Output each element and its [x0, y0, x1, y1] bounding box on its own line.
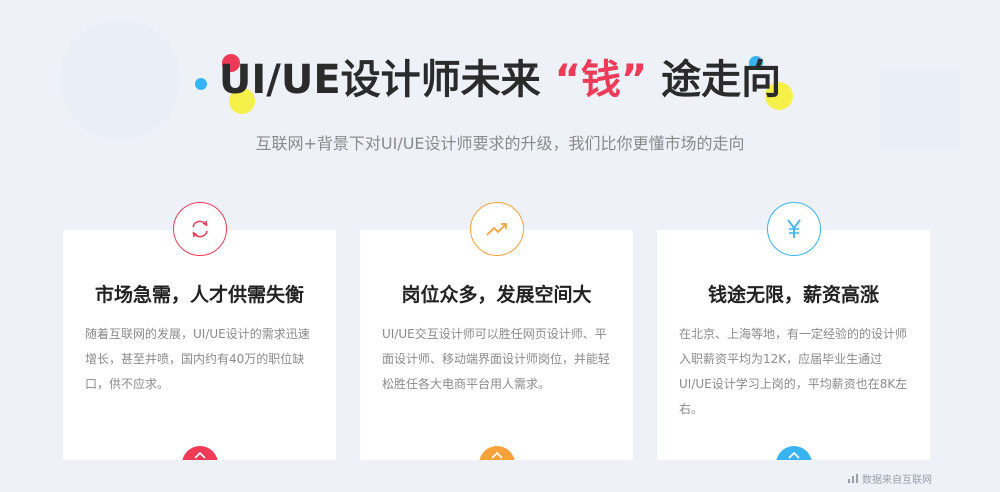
chevron-up-icon: [193, 451, 206, 459]
card-title: 岗位众多，发展空间大: [401, 284, 592, 306]
page-header: UI/UE设计师未来 “钱” 途走向: [0, 50, 1000, 114]
card-icon-wrap: [469, 202, 524, 256]
feature-card-market: 市场急需，人才供需失衡 随着互联网的发展，UI/UE设计的需求迅速增长，甚至井喷…: [63, 202, 336, 460]
chevron-up-icon: [787, 451, 800, 459]
title-end: 途走向: [661, 57, 782, 103]
card-title: 钱途无限，薪资高涨: [707, 284, 879, 306]
source-text: 数据来自互联网: [862, 475, 932, 486]
chevron-up-icon: [490, 451, 503, 459]
page-title: UI/UE设计师未来 “钱” 途走向: [194, 50, 794, 114]
feature-card-jobs: 岗位众多，发展空间大 UI/UE交互设计师可以胜任网页设计师、平面设计师、移动端…: [360, 202, 633, 460]
feature-card-salary: 钱途无限，薪资高涨 在北京、上海等地，有一定经验的的设计师入职薪资平均为12K，…: [657, 202, 930, 460]
page-subtitle: 互联网+背景下对UI/UE设计师要求的升级，我们比你更懂市场的走向: [255, 134, 745, 153]
card-text: 在北京、上海等地，有一定经验的的设计师入职薪资平均为12K，应届毕业生通过UI/…: [679, 327, 908, 416]
card-icon-wrap: [766, 202, 821, 256]
card-title: 市场急需，人才供需失衡: [94, 284, 304, 306]
exchange-icon: [191, 220, 208, 238]
bar-chart-icon: [848, 474, 858, 483]
title-main: UI/UE设计师未来: [218, 57, 541, 103]
card-text: UI/UE交互设计师可以胜任网页设计师、平面设计师、移动端界面设计师岗位，并能轻…: [382, 327, 611, 391]
card-text: 随着互联网的发展，UI/UE设计的需求迅速增长，甚至井喷，国内约有40万的职位缺…: [85, 327, 310, 391]
title-highlight: “钱”: [554, 57, 648, 103]
yen-icon: [786, 219, 801, 238]
data-source-note: 数据来自互联网: [848, 471, 932, 486]
card-icon-wrap: [172, 202, 227, 256]
decorative-dot: [194, 78, 207, 90]
trend-up-icon: [485, 223, 507, 236]
